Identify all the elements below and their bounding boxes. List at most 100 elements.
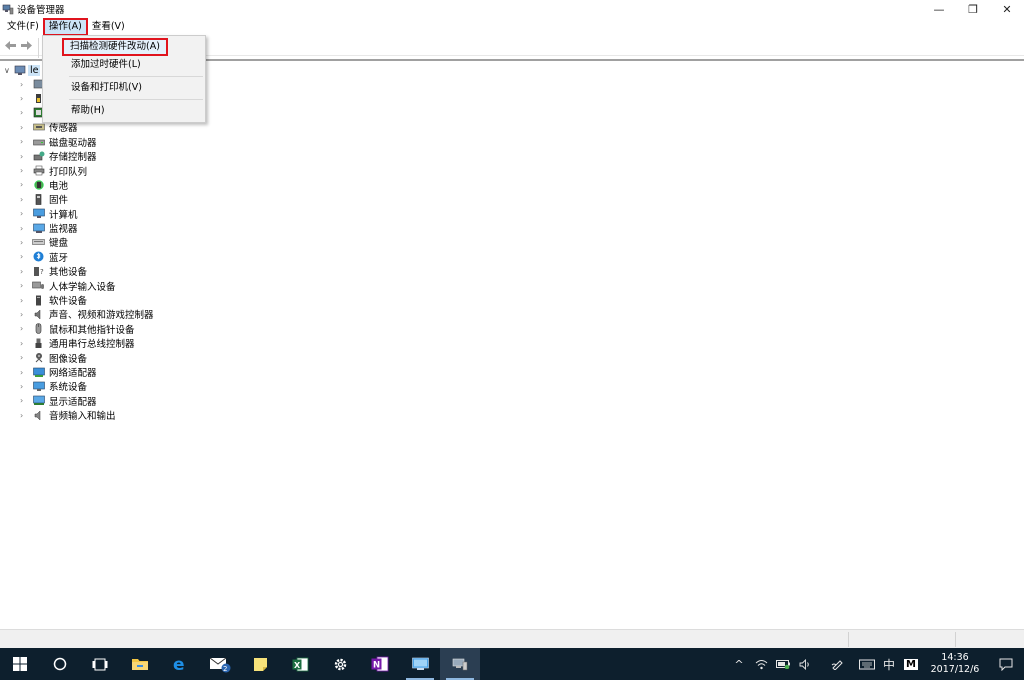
tree-row[interactable]: › 键盘 [20,235,154,250]
mail-button[interactable]: 2 [200,648,240,680]
collapse-chevron-icon[interactable]: ∨ [4,66,14,75]
expand-chevron-icon[interactable]: › [20,368,32,377]
expand-chevron-icon[interactable]: › [20,310,32,319]
tree-row[interactable]: › 鼠标和其他指针设备 [20,322,154,336]
volume-icon[interactable] [794,648,816,680]
tree-row[interactable]: › 磁盘驱动器 [20,135,154,149]
expand-chevron-icon[interactable]: › [20,396,32,405]
tree-row[interactable]: › 固件 [20,192,154,206]
tree-row[interactable]: › 显示适配器 [20,394,154,408]
expand-chevron-icon[interactable]: › [20,137,32,146]
action-center-button[interactable] [988,648,1024,680]
expand-chevron-icon[interactable]: › [20,267,32,276]
start-button[interactable] [0,648,40,680]
menu-file[interactable]: 文件(F) [2,19,44,35]
forward-arrow-icon[interactable] [18,39,34,53]
window-title: 设备管理器 [17,5,65,16]
other-devices-icon: ? [32,266,45,277]
tree-row[interactable]: › 通用串行总线控制器 [20,336,154,350]
menu-action[interactable]: 操作(A) [42,18,88,36]
taskbar-clock[interactable]: 14:36 2017/12/6 [922,648,988,680]
add-legacy-hardware-item[interactable]: 添加过时硬件(L) [71,57,141,73]
task-view-button[interactable] [80,648,120,680]
taskbar: e 2 X N ^ 中 M 14:36 2017/12/6 [0,648,1024,680]
restore-button[interactable]: ❐ [956,0,990,18]
minimize-button[interactable]: — [922,0,956,18]
category-list: › › › › 传感器 › 磁盘驱动器 › 存储控制器 › 打印队列 › 电池 › 固件 ›… [20,77,154,422]
system-tray: ^ 中 M 14:36 2017/12/6 [728,648,1024,680]
wifi-icon[interactable] [750,648,772,680]
expand-chevron-icon[interactable]: › [20,180,32,189]
tree-row[interactable]: › 打印队列 [20,163,154,178]
title-bar[interactable]: 设备管理器 — ❐ ✕ [0,0,1024,18]
menu-separator [69,99,203,100]
sticky-notes-button[interactable] [240,648,280,680]
clock-time: 14:36 [941,652,969,663]
expand-chevron-icon[interactable]: › [20,195,32,204]
device-tree: ∨ le › › › › 传感器 › 磁盘驱动器 › 存储控制器 › 打印队列 › 电池 … [0,59,1024,629]
back-arrow-icon[interactable] [2,39,18,53]
expand-chevron-icon[interactable]: › [20,209,32,218]
expand-chevron-icon[interactable]: › [20,123,32,132]
tree-row[interactable]: › 系统设备 [20,379,154,393]
devices-and-printers-item[interactable]: 设备和打印机(V) [71,80,142,96]
status-bar [0,629,1024,648]
tree-row[interactable]: › 图像设备 [20,350,154,365]
expand-chevron-icon[interactable]: › [20,108,32,117]
pen-workspace-icon[interactable] [826,648,848,680]
battery-status-icon[interactable] [772,648,794,680]
tree-row[interactable]: › 计算机 [20,207,154,221]
usb-icon [32,338,45,349]
storage-controller-icon [32,151,45,162]
expand-chevron-icon[interactable]: › [20,152,32,161]
menu-view[interactable]: 查看(V) [87,19,130,35]
expand-chevron-icon[interactable]: › [20,353,32,362]
expand-chevron-icon[interactable]: › [20,281,32,290]
expand-chevron-icon[interactable]: › [20,80,32,89]
camera-icon [32,352,45,363]
onenote-button[interactable]: N [360,648,400,680]
tree-row[interactable]: › 电池 [20,178,154,192]
tree-root-node[interactable]: ∨ le [4,63,41,77]
tree-row[interactable]: › 软件设备 [20,293,154,307]
tree-row[interactable]: › 蓝牙 [20,250,154,264]
tree-row[interactable]: ›? 其他设备 [20,264,154,278]
remote-desktop-button[interactable] [400,648,440,680]
settings-button[interactable] [320,648,360,680]
remote-desktop-icon [411,657,429,670]
show-hidden-icons-chevron-icon[interactable]: ^ [728,648,750,680]
tree-row[interactable]: › 监视器 [20,221,154,235]
onenote-icon: N [371,656,389,672]
tree-row[interactable]: › 人体学输入设备 [20,278,154,293]
expand-chevron-icon[interactable]: › [20,411,32,420]
svg-text:X: X [294,661,301,670]
scan-hardware-changes-item[interactable]: 扫描检测硬件改动(A) [62,38,168,56]
tree-row[interactable]: › 声音、视频和游戏控制器 [20,307,154,321]
ime-language-indicator[interactable]: 中 [878,648,900,680]
device-manager-task-button[interactable] [440,648,480,680]
audio-io-icon [32,410,45,421]
expand-chevron-icon[interactable]: › [20,339,32,348]
touch-keyboard-icon[interactable] [856,648,878,680]
ime-mode-indicator[interactable]: M [900,648,922,680]
expand-chevron-icon[interactable]: › [20,252,32,261]
expand-chevron-icon[interactable]: › [20,324,32,333]
help-item[interactable]: 帮助(H) [71,103,105,119]
tree-row[interactable]: › 网络适配器 [20,365,154,379]
expand-chevron-icon[interactable]: › [20,166,32,175]
close-button[interactable]: ✕ [990,0,1024,18]
tree-row[interactable]: › 音频输入和输出 [20,408,154,422]
sticky-note-icon [253,657,267,671]
edge-browser-button[interactable]: e [160,648,200,680]
expand-chevron-icon[interactable]: › [20,238,32,247]
expand-chevron-icon[interactable]: › [20,296,32,305]
tree-row[interactable]: › 存储控制器 [20,149,154,163]
expand-chevron-icon[interactable]: › [20,382,32,391]
expand-chevron-icon[interactable]: › [20,224,32,233]
expand-chevron-icon[interactable]: › [20,94,32,103]
cortana-search-button[interactable] [40,648,80,680]
hid-icon [32,280,45,291]
file-explorer-button[interactable] [120,648,160,680]
excel-button[interactable]: X [280,648,320,680]
status-divider [848,632,849,647]
